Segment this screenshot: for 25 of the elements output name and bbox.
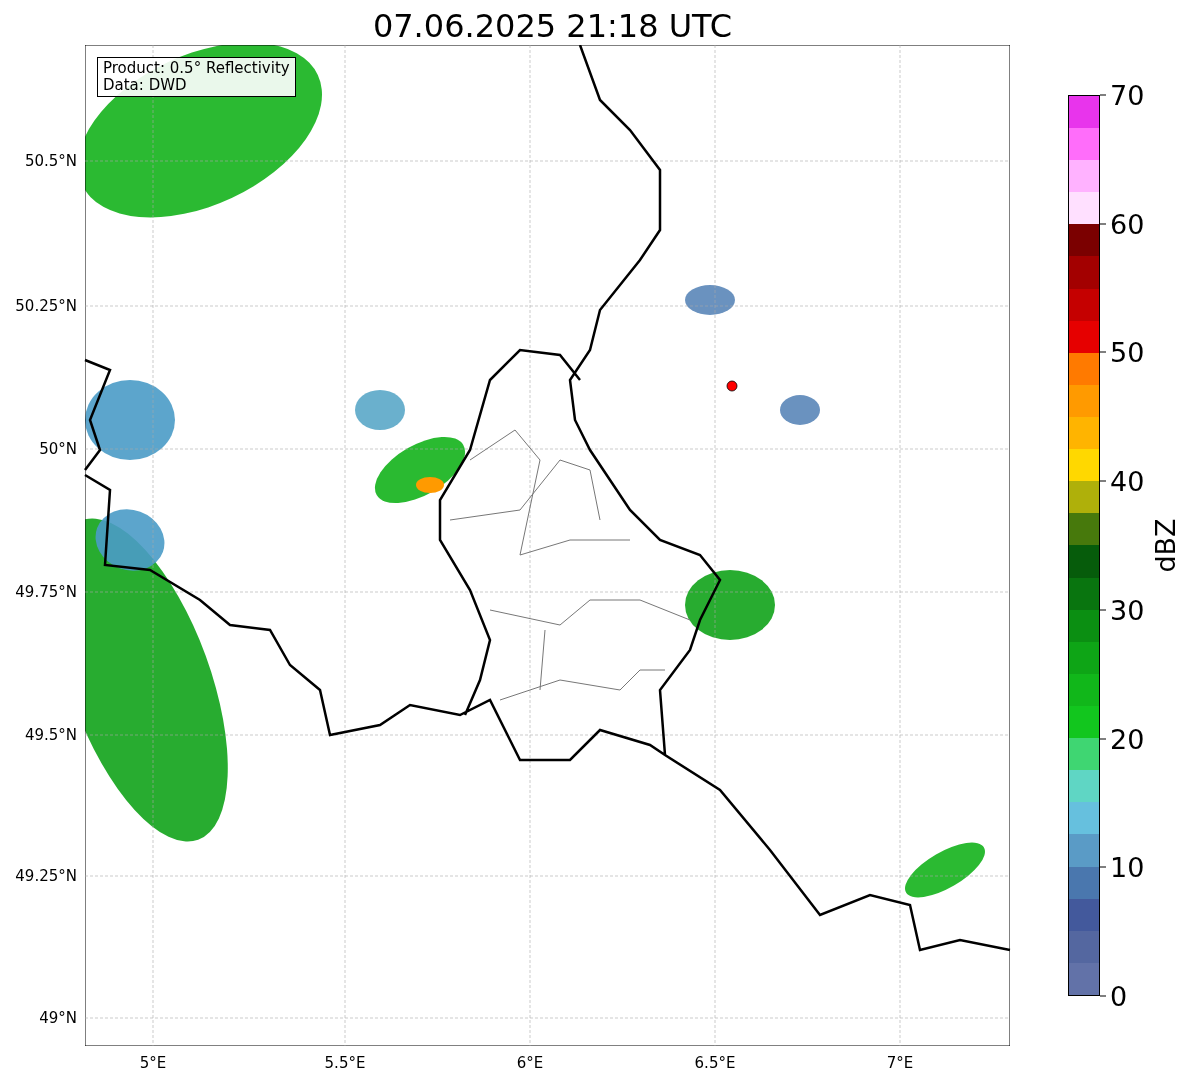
y-axis-tick-label: 50.25°N bbox=[15, 297, 77, 315]
y-axis-tick-label: 49°N bbox=[39, 1009, 77, 1027]
colorbar-tick-label: 30 bbox=[1110, 594, 1145, 626]
y-axis-tick-label: 50°N bbox=[39, 440, 77, 458]
colorbar-tick-label: 20 bbox=[1110, 723, 1145, 755]
colorbar-label: dBZ bbox=[1149, 518, 1181, 573]
x-axis-tick-label: 5.5°E bbox=[324, 1054, 366, 1072]
x-axis-tick-label: 7°E bbox=[886, 1054, 914, 1072]
y-axis-tick-label: 50.5°N bbox=[24, 152, 77, 170]
colorbar-tick-label: 0 bbox=[1110, 980, 1128, 1012]
x-axis-tick-label: 5°E bbox=[139, 1054, 167, 1072]
map-title: 07.06.2025 21:18 UTC bbox=[372, 7, 733, 45]
location-marker bbox=[726, 380, 738, 392]
colorbar-tick-label: 70 bbox=[1110, 79, 1145, 111]
colorbar-tick-label: 60 bbox=[1110, 208, 1145, 240]
colorbar-tick-label: 40 bbox=[1110, 465, 1145, 497]
y-axis-tick-label: 49.75°N bbox=[15, 583, 77, 601]
colorbar-tick-label: 10 bbox=[1110, 851, 1145, 883]
info-text: Data: DWD bbox=[103, 77, 188, 94]
colorbar-tick-label: 50 bbox=[1110, 336, 1145, 368]
info-text: Product: 0.5° Reflectivity bbox=[103, 60, 290, 77]
x-axis-tick-label: 6.5°E bbox=[694, 1054, 736, 1072]
y-axis-tick-label: 49.5°N bbox=[24, 726, 77, 744]
y-axis-tick-label: 49.25°N bbox=[15, 867, 77, 885]
x-axis-tick-label: 6°E bbox=[516, 1054, 544, 1072]
